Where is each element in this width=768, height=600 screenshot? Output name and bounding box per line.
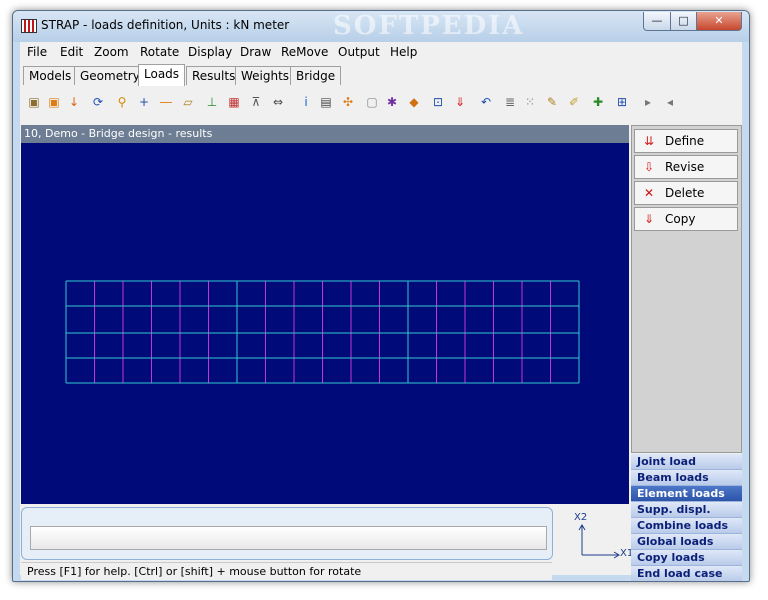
next-icon[interactable]: ▸ [640,94,656,110]
eraser-icon[interactable]: ✐ [566,94,582,110]
load-type-item[interactable]: Joint load [631,454,742,470]
frame-icon[interactable]: ▢ [364,94,380,110]
define-label: Define [665,134,705,148]
tab-weights[interactable]: Weights [235,66,296,85]
axes-icon[interactable]: ✣ [340,94,356,110]
number-support-icon[interactable]: ⊥ [204,94,220,110]
client-area: File Edit Zoom Rotate Display Draw ReMov… [20,42,742,581]
copy-label: Copy [665,212,696,226]
tab-models[interactable]: Models [23,66,78,85]
delete-label: Delete [665,186,705,200]
cube-icon[interactable]: ◆ [406,94,422,110]
model-grid [65,280,580,384]
number-beam-icon[interactable]: ― [158,94,174,110]
copy-icon: ⇓ [643,212,655,226]
maximize-button[interactable]: □ [670,12,697,31]
tab-loads[interactable]: Loads [138,64,186,86]
command-input[interactable] [30,526,547,550]
delete-button[interactable]: ✕ Delete [634,181,738,205]
axis-x2-label: X2 [574,512,588,523]
viewport-title: 10, Demo - Bridge design - results [21,125,629,143]
define-button[interactable]: ⇊ Define [634,129,738,153]
app-window: STRAP - loads definition, Units : kN met… [12,10,750,582]
zoom-window-icon[interactable]: ⊞ [614,94,630,110]
cube-view-icon[interactable]: ▣ [26,94,42,110]
menu-zoom[interactable]: Zoom [94,45,129,59]
load-type-item[interactable]: Combine loads [631,518,742,534]
tab-bridge[interactable]: Bridge [290,66,342,85]
load-type-list: Joint load Beam loads Element loads Supp. d… [631,454,742,581]
menu-draw[interactable]: Draw [240,45,271,59]
add-element-icon[interactable]: ✚ [590,94,606,110]
mesh-icon[interactable]: ✱ [384,94,400,110]
close-button[interactable]: ✕ [696,12,742,31]
stack-icon[interactable]: ≣ [502,94,518,110]
load-type-item[interactable]: Supp. displ. [631,502,742,518]
minimize-button[interactable]: — [643,12,671,31]
command-box [21,507,553,560]
grid-icon[interactable]: ▤ [318,94,334,110]
load-arrow-icon[interactable]: ⇓ [452,94,468,110]
copy-button[interactable]: ⇓ Copy [634,207,738,231]
number-joint-icon[interactable]: + [136,94,152,110]
pen-icon[interactable]: ✎ [544,94,560,110]
menu-output[interactable]: Output [338,45,380,59]
toolbar: ▣ ▣ ↓ ⟳ ⚲ + ― ▱ ⊥ ▦ ⊼ ⇔ i ▤ ✣ ▢ ✱ ◆ ⊡ ⇓ ↶ ≣ ⁙ ✎ ✐ ✚ ⊞ ▸ ◂ [20,89,742,117]
define-icon: ⇊ [643,134,655,148]
model-viewport[interactable] [21,143,629,504]
arrow-down-icon[interactable]: ↓ [66,94,82,110]
menu-display[interactable]: Display [188,45,232,59]
rotate-icon[interactable]: ⟳ [90,94,106,110]
load-type-item[interactable]: Beam loads [631,470,742,486]
menu-remove[interactable]: ReMove [281,45,328,59]
tab-results[interactable]: Results [186,66,242,85]
xy-plane-icon[interactable]: ⊡ [430,94,446,110]
strap-app-icon [21,19,37,33]
menu-rotate[interactable]: Rotate [140,45,179,59]
menu-file[interactable]: File [27,45,47,59]
menu-help[interactable]: Help [390,45,417,59]
revise-icon: ⇩ [643,160,655,174]
title-bar[interactable]: STRAP - loads definition, Units : kN met… [13,11,749,42]
color-scale-icon[interactable]: ▦ [226,94,242,110]
window-title: STRAP - loads definition, Units : kN met… [41,18,290,32]
revise-button[interactable]: ⇩ Revise [634,155,738,179]
watermark: SOFTPEDIA [333,11,525,41]
action-panel: ⇊ Define ⇩ Revise ✕ Delete ⇓ Copy [631,125,742,453]
support-icon[interactable]: ⊼ [248,94,264,110]
status-bar: Press [F1] for help. [Ctrl] or [shift] +… [21,562,552,580]
load-type-item[interactable]: Global loads [631,534,742,550]
tab-bar: Models Geometry Loads Results Weights Br… [20,64,742,86]
info-icon[interactable]: i [298,94,314,110]
menu-bar: File Edit Zoom Rotate Display Draw ReMov… [20,42,742,63]
undo-icon[interactable]: ↶ [478,94,494,110]
zoom-icon[interactable]: ⚲ [114,94,130,110]
menu-edit[interactable]: Edit [60,45,83,59]
load-type-item[interactable]: Element loads [631,486,742,502]
axis-indicator: X2 X1 [568,512,638,572]
revise-label: Revise [665,160,705,174]
load-type-item[interactable]: Copy loads [631,550,742,566]
delete-icon: ✕ [643,186,655,200]
dimension-icon[interactable]: ⇔ [270,94,286,110]
previous-icon[interactable]: ◂ [662,94,678,110]
select-icon[interactable]: ⁙ [522,94,538,110]
box-select-icon[interactable]: ▣ [46,94,62,110]
tab-geometry[interactable]: Geometry [74,66,146,85]
load-type-item[interactable]: End load case [631,566,742,581]
number-element-icon[interactable]: ▱ [180,94,196,110]
